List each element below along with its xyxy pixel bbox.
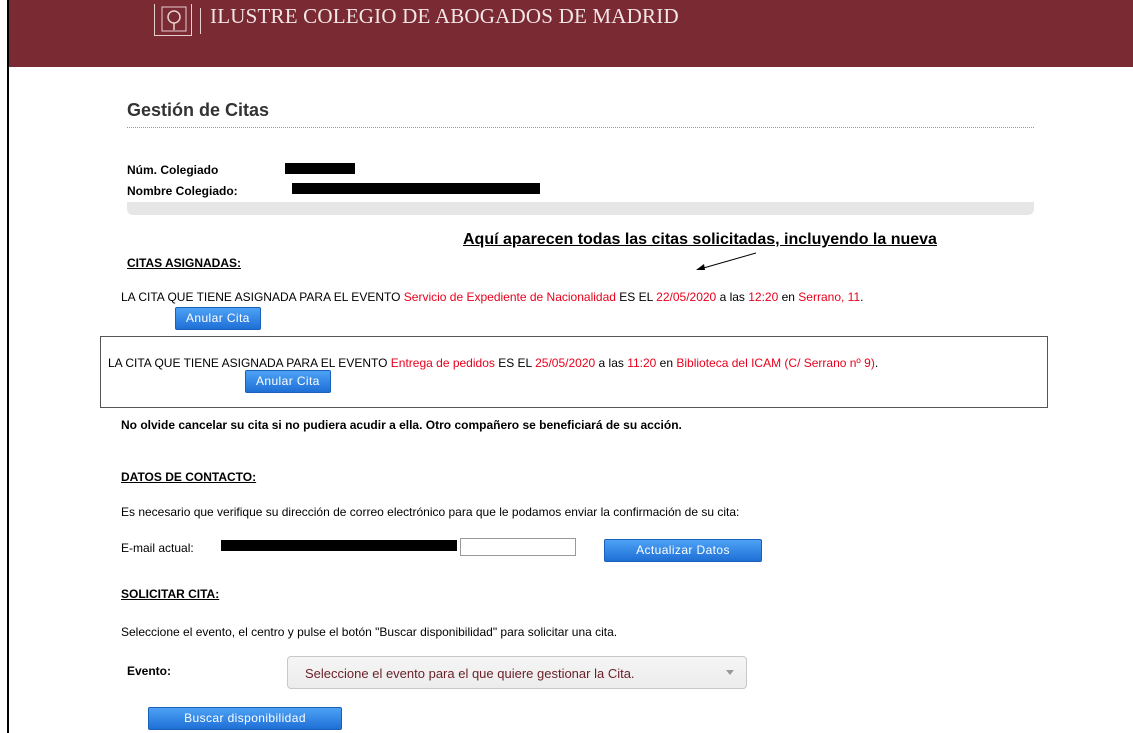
contacto-heading: DATOS DE CONTACTO: [121,470,257,484]
buscar-disponibilidad-button[interactable]: Buscar disponibilidad [148,707,342,730]
solicitar-instructions: Seleccione el evento, el centro y pulse … [121,625,618,639]
evento-select[interactable]: Seleccione el evento para el que quiere … [287,656,747,689]
cita-1-prefix: LA CITA QUE TIENE ASIGNADA PARA EL EVENT… [121,290,404,304]
cita-2-place: Biblioteca del ICAM (C/ Serrano nº 9) [676,356,875,370]
citas-heading: CITAS ASIGNADAS: [127,256,241,270]
cita-2-text: ES EL [494,356,536,370]
chevron-down-icon [726,670,734,675]
evento-select-placeholder: Seleccione el evento para el que quiere … [305,666,635,681]
cita-1-text-2: a las [716,290,749,304]
header-separator [200,8,201,34]
cita-2-prefix: LA CITA QUE TIENE ASIGNADA PARA EL EVENT… [108,356,391,370]
contacto-instructions: Es necesario que verifique su dirección … [121,505,740,519]
nombre-colegiado-redacted [292,183,540,194]
email-redacted [221,540,457,551]
profile-bottom-bar [127,202,1034,215]
cita-1-date: 22/05/2020 [656,290,717,304]
num-colegiado-redacted [285,163,355,174]
icam-crest-logo [154,4,192,36]
cita-2-text-3: en [656,356,677,370]
cita-1-text-3: en [778,290,799,304]
cita-2-time: 11:20 [627,356,657,370]
cita-1-text: ES EL [615,290,657,304]
cita-1-place: Serrano, 11 [798,290,861,304]
actualizar-datos-button[interactable]: Actualizar Datos [604,539,762,562]
annotation-note: Aquí aparecen todas las citas solicitada… [463,231,937,248]
email-input[interactable] [460,538,576,556]
cita-item-1: LA CITA QUE TIENE ASIGNADA PARA EL EVENT… [121,290,1041,304]
window-left-border [7,0,9,733]
cita-1-event: Servicio de Expediente de Nacionalidad [403,290,616,304]
nombre-colegiado-label: Nombre Colegiado: [127,184,238,198]
anular-cita-button-2[interactable]: Anular Cita [245,370,331,393]
site-header: ILUSTRE COLEGIO DE ABOGADOS DE MADRID [9,0,1133,67]
title-divider [127,127,1034,128]
solicitar-heading: SOLICITAR CITA: [121,587,220,601]
cita-item-2-box [100,336,1048,408]
annotation-arrow-icon [696,252,757,270]
cita-2-date: 25/05/2020 [535,356,596,370]
cita-2-event: Entrega de pedidos [390,356,495,370]
cita-1-end: . [860,290,864,304]
num-colegiado-label: Núm. Colegiado [127,163,219,177]
cita-1-time: 12:20 [748,290,779,304]
site-title: ILUSTRE COLEGIO DE ABOGADOS DE MADRID [210,4,679,28]
evento-label: Evento: [127,664,172,678]
cita-2-text-2: a las [595,356,628,370]
cancel-warning: No olvide cancelar su cita si no pudiera… [121,418,682,432]
cita-item-2: LA CITA QUE TIENE ASIGNADA PARA EL EVENT… [108,356,1028,370]
page-title: Gestión de Citas [127,100,270,120]
anular-cita-button-1[interactable]: Anular Cita [175,307,261,330]
cita-2-end: . [874,356,879,370]
email-label: E-mail actual: [121,541,194,555]
